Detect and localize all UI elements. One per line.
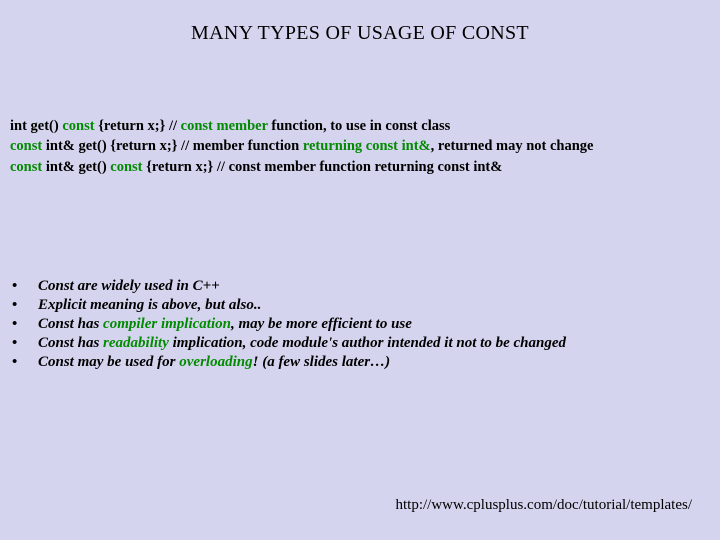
code-line-2: const int& get() {return x;} // member f… [10, 136, 594, 156]
list-item: • Const may be used for overloading! (a … [12, 354, 566, 371]
bullet-marker: • [12, 278, 38, 295]
bullet-text: Const are widely used in C++ [38, 278, 220, 295]
code-keyword: const [10, 138, 42, 154]
emph: readability [103, 335, 169, 351]
code-text: {return x;} // [95, 118, 181, 134]
code-text: int& get() [42, 159, 110, 175]
bullet-marker: • [12, 354, 38, 371]
code-text: function, to use in const class [268, 118, 450, 134]
code-line-1: int get() const {return x;} // const mem… [10, 116, 594, 136]
code-text: {return x;} // const member function ret… [143, 159, 503, 175]
code-keyword: const [62, 118, 94, 134]
code-keyword: const [110, 159, 142, 175]
bullet-text: Const has compiler implication, may be m… [38, 316, 412, 333]
code-keyword: const [10, 159, 42, 175]
slide-title: MANY TYPES OF USAGE OF CONST [0, 0, 720, 45]
bullet-text: Const may be used for overloading! (a fe… [38, 354, 390, 371]
code-text: , returned may not change [431, 138, 594, 154]
bullet-list: • Const are widely used in C++ • Explici… [12, 278, 566, 373]
list-item: • Explicit meaning is above, but also.. [12, 297, 566, 314]
code-keyword: returning const int& [303, 138, 431, 154]
emph: compiler implication [103, 316, 231, 332]
code-text: int& get() {return x;} // member functio… [42, 138, 303, 154]
emph: overloading [179, 354, 252, 370]
list-item: • Const are widely used in C++ [12, 278, 566, 295]
code-block: int get() const {return x;} // const mem… [10, 116, 594, 177]
slide: MANY TYPES OF USAGE OF CONST int get() c… [0, 0, 720, 540]
list-item: • Const has compiler implication, may be… [12, 316, 566, 333]
footer-url: http://www.cplusplus.com/doc/tutorial/te… [396, 497, 692, 514]
bullet-marker: • [12, 335, 38, 352]
list-item: • Const has readability implication, cod… [12, 335, 566, 352]
bullet-text: Explicit meaning is above, but also.. [38, 297, 261, 314]
bullet-marker: • [12, 316, 38, 333]
code-line-3: const int& get() const {return x;} // co… [10, 157, 594, 177]
bullet-text: Const has readability implication, code … [38, 335, 566, 352]
code-text: int get() [10, 118, 62, 134]
code-keyword: const member [181, 118, 268, 134]
bullet-marker: • [12, 297, 38, 314]
